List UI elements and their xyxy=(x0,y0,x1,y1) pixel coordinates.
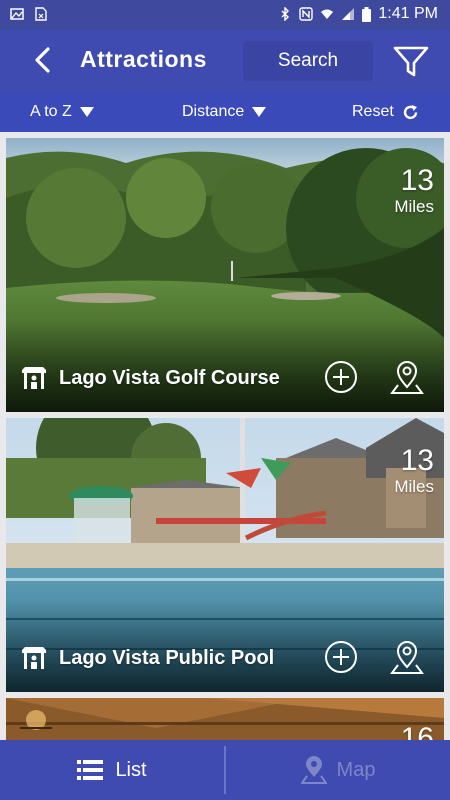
sort-distance-label: Distance xyxy=(182,103,245,120)
bluetooth-icon xyxy=(281,7,290,21)
list-icon xyxy=(77,760,104,780)
distance-badge: 13 Miles xyxy=(394,164,434,216)
reset-button[interactable]: Reset xyxy=(352,103,419,121)
map-pin-icon[interactable] xyxy=(390,360,424,396)
attraction-title: Lago Vista Golf Course xyxy=(59,367,280,389)
attraction-card[interactable]: 13 Miles Lago Vista Public Pool xyxy=(6,418,444,692)
sort-bar: A to Z Distance Reset xyxy=(0,92,450,132)
sort-distance-dropdown[interactable]: Distance xyxy=(182,103,267,121)
sort-az-label: A to Z xyxy=(30,103,72,120)
map-pin-icon xyxy=(300,756,327,784)
nfc-icon xyxy=(299,7,314,21)
status-time: 1:41 PM xyxy=(378,5,438,22)
nav-map-label: Map xyxy=(336,758,376,781)
add-icon[interactable] xyxy=(324,640,358,674)
distance-unit: Miles xyxy=(394,477,434,496)
attraction-category-icon xyxy=(22,647,46,669)
lodge-interior-photo xyxy=(6,698,444,742)
status-bar: 1:41 PM xyxy=(0,0,450,30)
distance-badge: 13 Miles xyxy=(394,444,434,496)
nav-list-label: List xyxy=(115,758,147,781)
attraction-card[interactable]: 13 Miles Lago Vista Golf Course xyxy=(6,138,444,412)
distance-value: 13 xyxy=(400,164,434,197)
app-bar: Attractions Search xyxy=(0,30,450,92)
map-pin-icon[interactable] xyxy=(390,640,424,676)
filter-icon[interactable] xyxy=(392,44,430,80)
nav-list-tab[interactable]: List xyxy=(0,740,224,800)
refresh-icon xyxy=(403,104,417,119)
distance-value: 13 xyxy=(400,444,434,477)
reset-label: Reset xyxy=(352,103,394,120)
wifi-icon xyxy=(321,9,334,19)
battery-icon xyxy=(362,6,372,22)
page-title: Attractions xyxy=(80,46,207,72)
bottom-nav: List Map xyxy=(0,740,450,800)
image-notification-icon xyxy=(10,8,24,20)
dropdown-arrow-icon xyxy=(79,107,94,117)
sort-az-dropdown[interactable]: A to Z xyxy=(30,103,94,121)
attraction-title: Lago Vista Public Pool xyxy=(59,647,275,669)
search-button[interactable]: Search xyxy=(243,41,373,81)
attraction-category-icon xyxy=(22,367,46,389)
add-icon[interactable] xyxy=(324,360,358,394)
dropdown-arrow-icon xyxy=(252,107,267,117)
distance-unit: Miles xyxy=(394,197,434,216)
back-arrow-icon[interactable] xyxy=(28,44,60,76)
nav-map-tab[interactable]: Map xyxy=(226,740,450,800)
signal-icon xyxy=(342,8,355,20)
document-notification-icon xyxy=(35,7,47,21)
attraction-card[interactable]: 16 xyxy=(6,698,444,742)
